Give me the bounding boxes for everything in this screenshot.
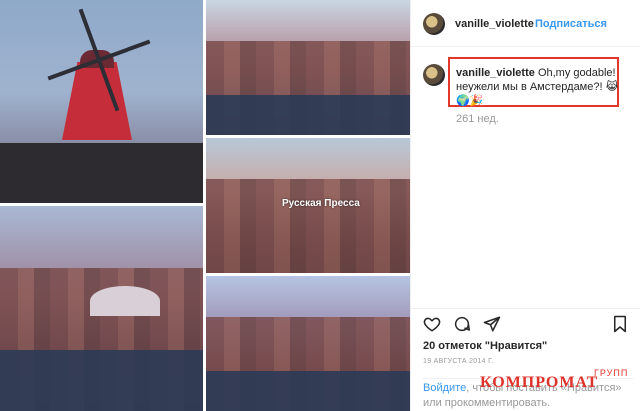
- photo-windmill: [0, 0, 203, 203]
- canal-water: [0, 349, 203, 411]
- login-link[interactable]: Войдите: [423, 382, 466, 394]
- kompromat-watermark: КОМПРОМАТ: [480, 374, 599, 391]
- post-date: 19 АВГУСТА 2014 Г.: [423, 358, 494, 365]
- row-houses: [206, 178, 410, 273]
- photo-dome-canal: [0, 206, 203, 411]
- caption-comment: vanille_violette Oh,my godable! неужели …: [411, 55, 640, 110]
- photo-street-houses: [206, 276, 410, 411]
- photo-collage[interactable]: Русская Пресса: [0, 0, 410, 411]
- post-sidebar: vanille_violette Подписаться vanille_vio…: [410, 0, 640, 411]
- watermark-text: Русская Пресса: [282, 198, 360, 209]
- comment-avatar[interactable]: [423, 64, 445, 86]
- heart-icon[interactable]: [423, 315, 441, 333]
- post-header: vanille_violette Подписаться: [411, 0, 640, 47]
- speech-bubble-icon[interactable]: [453, 315, 471, 333]
- canal-water: [206, 370, 410, 411]
- canal-water: [206, 94, 410, 135]
- photo-carousel-canal: [206, 0, 410, 135]
- avatar[interactable]: [423, 13, 445, 35]
- comment-text: vanille_violette Oh,my godable! неужели …: [456, 66, 626, 108]
- comment-time-ago: 261 нед.: [456, 113, 499, 125]
- ground: [0, 143, 203, 203]
- dome-pavilion: [90, 286, 160, 316]
- follow-button[interactable]: Подписаться: [535, 18, 607, 30]
- action-bar: [411, 308, 640, 338]
- paper-plane-icon[interactable]: [483, 315, 501, 333]
- author-username[interactable]: vanille_violette: [455, 18, 534, 30]
- likes-count[interactable]: 20 отметок "Нравится": [423, 340, 547, 352]
- comment-username[interactable]: vanille_violette: [456, 67, 535, 79]
- windmill-tower: [62, 62, 132, 140]
- bookmark-icon[interactable]: [611, 315, 629, 333]
- kompromat-watermark-sub: ГРУПП: [594, 368, 629, 378]
